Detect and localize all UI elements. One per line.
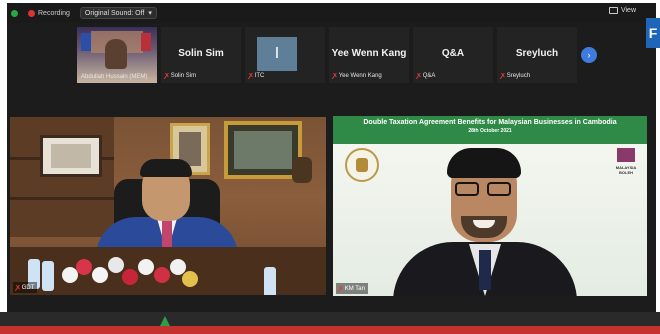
app-logo: F xyxy=(646,18,660,48)
framed-group-photo xyxy=(224,121,302,179)
participant-label: ꭗ Sreyluch xyxy=(501,72,531,79)
participant-tile-sreyluch[interactable]: Sreyluch ꭗ Sreyluch xyxy=(497,27,577,83)
participant-avatar: I xyxy=(257,37,297,71)
view-button[interactable]: View xyxy=(608,7,636,14)
participant-person xyxy=(105,39,127,69)
framed-photo xyxy=(40,135,102,177)
zoom-window: Recording Original Sound: Off ▾ View Abd… xyxy=(7,3,656,330)
recording-icon xyxy=(28,9,35,17)
mic-off-icon: ꭗ xyxy=(249,72,253,79)
chevron-down-icon: ▾ xyxy=(148,10,152,17)
flag-icon xyxy=(81,33,91,51)
water-bottle xyxy=(42,261,54,291)
participant-tile-yee-wenn-kang[interactable]: Yee Wenn Kang ꭗ Yee Wenn Kang xyxy=(329,27,409,83)
grid-view-icon xyxy=(608,7,618,14)
flower-arrangement xyxy=(62,253,198,293)
speaker-tie xyxy=(479,250,491,290)
bottom-red-band xyxy=(0,326,660,334)
security-shield-icon[interactable] xyxy=(11,9,18,17)
recording-label: Recording xyxy=(38,9,70,17)
flag-icon xyxy=(141,33,151,51)
banner-title: Double Taxation Agreement Benefits for M… xyxy=(363,119,617,126)
mic-off-icon: ꭗ xyxy=(339,285,343,292)
chevron-right-icon: › xyxy=(587,50,591,60)
glasses xyxy=(455,182,513,196)
malaysia-boleh-logo: MALAYSIA BOLEH xyxy=(613,148,639,186)
next-page-button[interactable]: › xyxy=(581,47,597,63)
mic-off-icon: ꭗ xyxy=(333,72,337,79)
participant-display-name: Yee Wenn Kang xyxy=(331,48,407,59)
government-seal-logo xyxy=(345,148,379,182)
participant-display-name: Q&A xyxy=(441,48,465,59)
view-label: View xyxy=(620,7,636,14)
participant-label: ꭗ Yee Wenn Kang xyxy=(333,72,382,79)
participant-display-name: Sreyluch xyxy=(515,48,559,59)
participant-strip: Abdullah Hussain (MEM) Solin Sim ꭗ Solin… xyxy=(77,27,577,83)
mic-off-icon: ꭗ xyxy=(501,72,505,79)
video-name-label: ꭗ GDT xyxy=(13,282,38,293)
participant-display-name: Solin Sim xyxy=(178,48,224,59)
video-pane-right[interactable]: Double Taxation Agreement Benefits for M… xyxy=(333,116,647,296)
video-pane-left[interactable]: ꭗ GDT xyxy=(10,117,326,295)
participant-label: Abdullah Hussain (MEM) xyxy=(81,74,148,80)
participant-tile-solin-sim[interactable]: Solin Sim ꭗ Solin Sim xyxy=(161,27,241,83)
participant-label: ꭗ ITC xyxy=(249,72,265,79)
event-banner: Double Taxation Agreement Benefits for M… xyxy=(333,116,647,144)
mic-off-icon: ꭗ xyxy=(417,72,421,79)
top-bar: Recording Original Sound: Off ▾ View xyxy=(7,3,656,23)
statue-decoration xyxy=(292,157,312,183)
original-sound-label: Original Sound: Off xyxy=(84,9,145,17)
participant-tile-qa[interactable]: Q&A ꭗ Q&A xyxy=(413,27,493,83)
participant-tile-abdullah[interactable]: Abdullah Hussain (MEM) xyxy=(77,27,157,83)
banner-date: 28th October 2021 xyxy=(468,128,512,134)
mic-off-icon: ꭗ xyxy=(165,72,169,79)
video-name-label: ꭗ KM Tan xyxy=(336,283,368,294)
mic-off-icon: ꭗ xyxy=(16,284,20,291)
water-bottle xyxy=(264,267,276,295)
original-sound-toggle[interactable]: Original Sound: Off ▾ xyxy=(79,7,157,19)
participant-label: ꭗ Q&A xyxy=(417,72,436,79)
participant-label: ꭗ Solin Sim xyxy=(165,72,197,79)
participant-tile-itc[interactable]: I ꭗ ITC xyxy=(245,27,325,83)
